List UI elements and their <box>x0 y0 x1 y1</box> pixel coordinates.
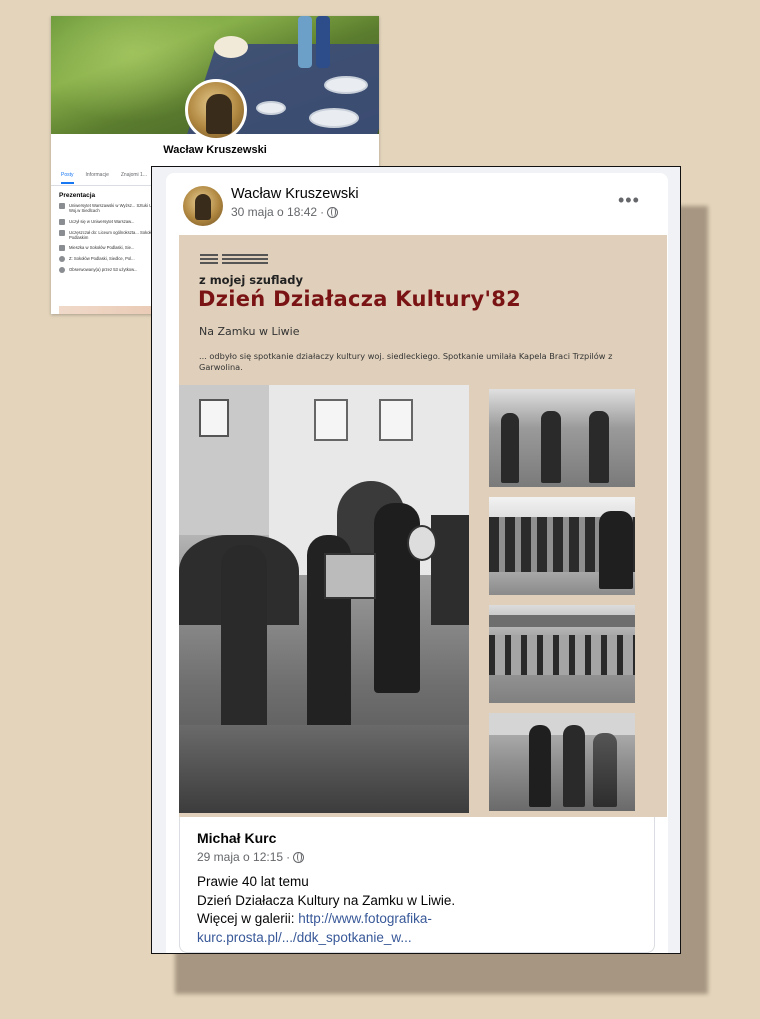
shared-post-meta: 29 maja o 12:15 · <box>197 850 305 864</box>
post-timestamp[interactable]: 30 maja o 18:42 <box>231 205 317 219</box>
shared-post-timestamp[interactable]: 29 maja o 12:15 <box>197 850 283 864</box>
graduation-cap-icon <box>59 229 65 236</box>
rss-icon <box>59 267 65 274</box>
profile-avatar[interactable] <box>185 79 247 141</box>
poster-logo-icon <box>200 254 270 266</box>
graduation-cap-icon <box>59 218 65 225</box>
profile-tabs: Posty Informacje Znajomi 1... <box>61 166 147 184</box>
tab-posts[interactable]: Posty <box>61 166 74 184</box>
more-options-button[interactable]: ••• <box>618 191 640 209</box>
poster-image[interactable]: z mojej szuflady Dzień Działacza Kultury… <box>179 235 667 817</box>
shared-text-line: Więcej w galerii: http://www.fotografika… <box>197 911 432 945</box>
gallery-photo <box>489 497 635 595</box>
gallery-photo <box>489 605 635 703</box>
home-icon <box>59 245 65 252</box>
shared-text-line: Dzień Działacza Kultury na Zamku w Liwie… <box>197 892 456 908</box>
main-photo-musicians <box>179 385 469 813</box>
post-screenshot: Wacław Kruszewski 30 maja o 18:42 · ••• … <box>151 166 681 954</box>
location-pin-icon <box>59 256 65 263</box>
globe-icon[interactable] <box>327 206 339 218</box>
poster-title: Dzień Działacza Kultury'82 <box>198 287 522 311</box>
globe-icon[interactable] <box>293 851 305 863</box>
shared-post-text: Prawie 40 lat temu Dzień Działacza Kultu… <box>197 873 497 947</box>
poster-description: ... odbyło się spotkanie działaczy kultu… <box>199 351 613 372</box>
poster-kicker: z mojej szuflady <box>199 273 304 287</box>
shared-post[interactable]: Michał Kurc 29 maja o 12:15 · Prawie 40 … <box>179 817 655 953</box>
post-author[interactable]: Wacław Kruszewski <box>231 186 359 202</box>
poster-subtitle: Na Zamku w Liwie <box>199 325 300 338</box>
dog-figure <box>214 36 248 58</box>
author-avatar[interactable] <box>183 186 223 226</box>
shared-post-author[interactable]: Michał Kurc <box>197 830 276 846</box>
meta-separator: · <box>286 850 291 864</box>
profile-name[interactable]: Wacław Kruszewski <box>51 144 379 156</box>
meta-separator: · <box>320 205 325 219</box>
post-card: Wacław Kruszewski 30 maja o 18:42 · ••• … <box>166 173 668 953</box>
tab-friends[interactable]: Znajomi 1... <box>121 166 147 184</box>
post-meta: 30 maja o 18:42 · <box>231 205 339 219</box>
gallery-photo <box>489 389 635 487</box>
gallery-photo <box>489 713 635 811</box>
shared-text-line: Prawie 40 lat temu <box>197 874 309 889</box>
briefcase-icon <box>59 203 65 209</box>
tab-info[interactable]: Informacje <box>86 166 109 184</box>
